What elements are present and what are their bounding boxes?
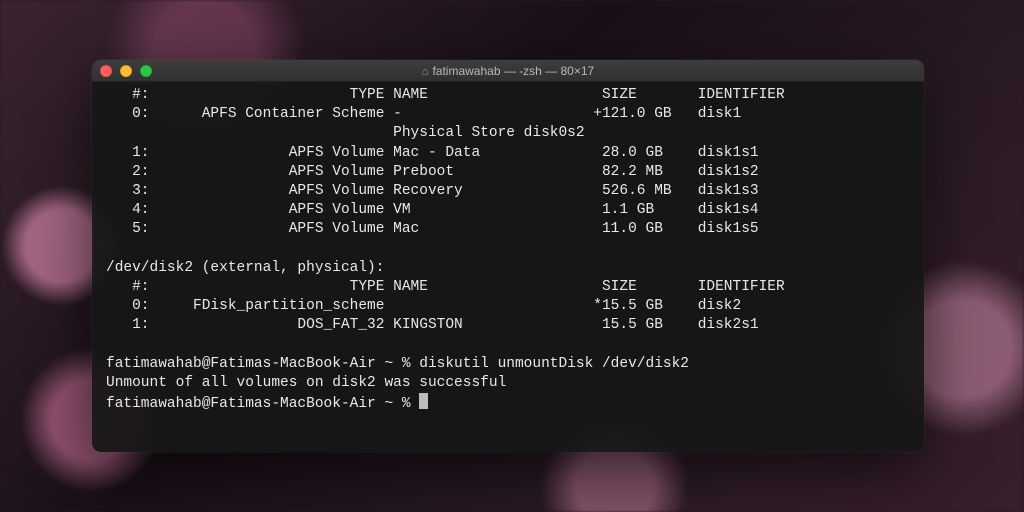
physical-store-line: Physical Store disk0s2 [106,125,585,141]
terminal-window: ⌂fatimawahab — -zsh — 80×17 #: TYPE NAME… [92,60,924,452]
window-title: ⌂fatimawahab — -zsh — 80×17 [92,64,924,78]
shell-prompt: fatimawahab@Fatimas-MacBook-Air ~ % [106,396,419,412]
window-title-text: fatimawahab — -zsh — 80×17 [432,64,594,78]
window-controls [100,65,152,77]
table-row: 2: APFS Volume Preboot 82.2 MB disk1s2 [106,164,759,180]
table-row: 5: APFS Volume Mac 11.0 GB disk1s5 [106,221,759,237]
terminal-output[interactable]: #: TYPE NAME SIZE IDENTIFIER 0: APFS Con… [92,82,924,452]
cursor-icon [419,393,428,409]
command-result: Unmount of all volumes on disk2 was succ… [106,375,506,391]
maximize-icon[interactable] [140,65,152,77]
table-header: #: TYPE NAME SIZE IDENTIFIER [106,279,785,295]
disk-section-title: /dev/disk2 (external, physical): [106,260,384,276]
close-icon[interactable] [100,65,112,77]
table-row: 0: FDisk_partition_scheme *15.5 GB disk2 [106,298,741,314]
table-row: 1: DOS_FAT_32 KINGSTON 15.5 GB disk2s1 [106,317,759,333]
table-row: 0: APFS Container Scheme - +121.0 GB dis… [106,106,741,122]
table-row: 4: APFS Volume VM 1.1 GB disk1s4 [106,202,759,218]
window-titlebar[interactable]: ⌂fatimawahab — -zsh — 80×17 [92,60,924,82]
table-row: 1: APFS Volume Mac - Data 28.0 GB disk1s… [106,145,759,161]
table-row: 3: APFS Volume Recovery 526.6 MB disk1s3 [106,183,759,199]
command-line: fatimawahab@Fatimas-MacBook-Air ~ % disk… [106,356,689,372]
home-folder-icon: ⌂ [422,66,429,78]
table-header: #: TYPE NAME SIZE IDENTIFIER [106,87,785,103]
minimize-icon[interactable] [120,65,132,77]
